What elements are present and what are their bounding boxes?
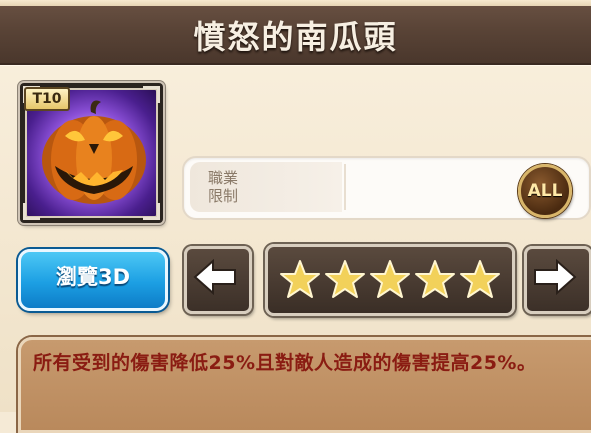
class-label-area: 職業 限制: [190, 162, 342, 212]
all-classes-badge: ALL: [518, 164, 572, 218]
frame-corner: [143, 86, 160, 103]
star-icon: [415, 260, 455, 298]
item-description: 所有受到的傷害降低25%且對敵人造成的傷害提高25%。: [33, 352, 537, 374]
tier-badge: T10: [24, 87, 70, 111]
star-icon: [325, 260, 365, 298]
item-name-title: 憤怒的南瓜頭: [193, 18, 398, 56]
frame-corner: [23, 203, 40, 220]
arrow-left-icon: [193, 259, 236, 295]
next-button[interactable]: [524, 246, 591, 314]
star-icon: [460, 260, 500, 298]
star-rating-panel: [265, 244, 515, 316]
class-restriction-label: 職業 限制: [208, 169, 258, 205]
class-restriction-panel: 職業 限制 ALL: [182, 156, 591, 220]
description-box: 所有受到的傷害降低25%且對敵人造成的傷害提高25%。: [18, 337, 591, 433]
item-icon-frame[interactable]: T10: [20, 83, 163, 223]
jack-o-lantern-icon: [42, 100, 146, 204]
class-label-line1: 職業: [208, 169, 239, 187]
star-icon: [280, 260, 320, 298]
divider: [344, 164, 346, 210]
class-label-line2: 限制: [208, 187, 239, 205]
frame-corner: [143, 203, 160, 220]
star-icon: [370, 260, 410, 298]
title-top-strip: [0, 0, 591, 6]
arrow-right-icon: [534, 259, 577, 295]
previous-button[interactable]: [184, 246, 252, 314]
preview-3d-button[interactable]: 瀏覽3D: [18, 249, 168, 311]
title-bar: 憤怒的南瓜頭: [0, 0, 591, 65]
